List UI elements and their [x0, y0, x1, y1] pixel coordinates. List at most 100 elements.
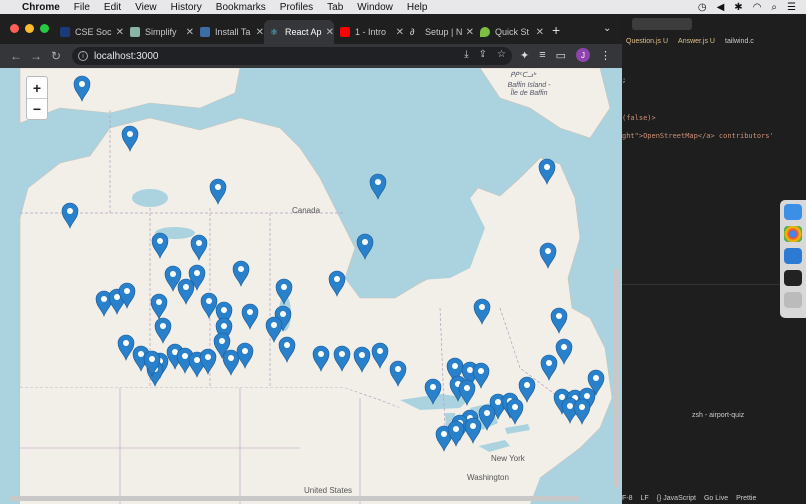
status-prettier[interactable]: Prettie: [736, 495, 756, 502]
map-marker-dot: [545, 248, 551, 254]
close-tab-icon[interactable]: ✕: [396, 27, 404, 38]
close-tab-icon[interactable]: ✕: [466, 27, 474, 38]
spotlight-icon[interactable]: ⌕: [771, 2, 777, 13]
back-button[interactable]: ←: [6, 49, 26, 63]
menu-file[interactable]: File: [74, 2, 90, 13]
map-marker-dot: [567, 403, 573, 409]
vscode-tabs: Question.js U Answer.js U tailwind.c: [622, 38, 806, 54]
mongodb-leaf-icon: [480, 27, 490, 37]
menu-bookmarks[interactable]: Bookmarks: [216, 2, 266, 13]
minimize-window-button[interactable]: [25, 24, 34, 33]
browser-tab-active[interactable]: ⚛ React Ap ✕: [264, 20, 334, 44]
status-language[interactable]: {} JavaScript: [657, 495, 696, 502]
status-encoding[interactable]: F-8: [622, 495, 633, 502]
close-tab-icon[interactable]: ✕: [536, 27, 544, 38]
site-info-icon[interactable]: i: [78, 51, 88, 61]
wifi-icon[interactable]: ◠: [753, 2, 762, 13]
map-marker-dot: [359, 352, 365, 358]
status-go-live[interactable]: Go Live: [704, 495, 728, 502]
map-marker-dot: [242, 348, 248, 354]
browser-tab[interactable]: 1 - Intro ✕: [334, 20, 404, 44]
browser-tab[interactable]: Install Ta ✕: [194, 20, 264, 44]
browser-tab[interactable]: Quick St ✕: [474, 20, 544, 44]
extensions-icon[interactable]: ✦: [520, 49, 529, 62]
zoom-out-button[interactable]: −: [27, 98, 47, 119]
more-menu-icon[interactable]: ⋮: [600, 49, 611, 62]
menu-profiles[interactable]: Profiles: [280, 2, 313, 13]
map-marker-dot: [170, 271, 176, 277]
tab-title: CSE Soc: [75, 27, 112, 37]
tab-favicon: [200, 27, 210, 37]
terminal-divider: [622, 284, 806, 285]
forward-button[interactable]: →: [26, 49, 46, 63]
menu-help[interactable]: Help: [407, 2, 428, 13]
zoom-control: + −: [26, 76, 48, 120]
map-label-washington: Washington: [467, 473, 509, 482]
browser-toolbar: ← → ↻ i localhost:3000 ⤓ ⇪ ☆ ✦ ≡ ▭ J ⋮: [0, 44, 622, 68]
finder-icon[interactable]: [784, 204, 802, 220]
horizontal-scrollbar[interactable]: [10, 496, 580, 501]
vscode-status-bar: F-8 LF {} JavaScript Go Live Prettie: [622, 492, 806, 504]
status-eol[interactable]: LF: [641, 495, 649, 502]
vscode-window: Question.js U Answer.js U tailwind.c ; (…: [622, 14, 806, 504]
map-marker-dot: [127, 131, 133, 137]
bookmark-star-icon[interactable]: ☆: [497, 49, 506, 60]
browser-tab[interactable]: ∂ Setup | N ✕: [404, 20, 474, 44]
trash-icon[interactable]: [784, 292, 802, 308]
map-marker-dot: [467, 367, 473, 373]
bluetooth-icon[interactable]: ✱: [734, 2, 742, 13]
map-marker-dot: [579, 404, 585, 410]
terminal-icon[interactable]: [784, 270, 802, 286]
menu-app-name[interactable]: Chrome: [22, 2, 60, 13]
menu-edit[interactable]: Edit: [104, 2, 121, 13]
map-view[interactable]: + − Canada ᑭᑭᑦᑕᓗᒃ Baffin Island - Île de…: [0, 68, 622, 504]
map-marker-dot: [334, 276, 340, 282]
map-marker-dot: [544, 164, 550, 170]
tab-search-chevron-icon[interactable]: ⌄: [603, 23, 611, 34]
terminal-tab[interactable]: zsh - airport-quiz: [692, 412, 744, 419]
code-line: ght">OpenStreetMap</a> contributors': [622, 132, 774, 140]
map-marker-dot: [205, 354, 211, 360]
clock-icon[interactable]: ◷: [698, 2, 707, 13]
menu-view[interactable]: View: [135, 2, 157, 13]
close-tab-icon[interactable]: ✕: [326, 27, 334, 38]
vscode-search-bar[interactable]: [632, 18, 692, 30]
vscode-tab-tailwind[interactable]: tailwind.c: [725, 38, 754, 54]
close-tab-icon[interactable]: ✕: [186, 27, 194, 38]
map-marker-dot: [271, 322, 277, 328]
share-icon[interactable]: ⇪: [479, 49, 487, 60]
close-tab-icon[interactable]: ✕: [116, 27, 124, 38]
menu-tab[interactable]: Tab: [327, 2, 343, 13]
vscode-tab-question[interactable]: Question.js U: [626, 38, 668, 54]
tab-title: 1 - Intro: [355, 27, 387, 37]
vertical-scrollbar[interactable]: [614, 268, 619, 488]
media-controls-icon[interactable]: ≡: [539, 49, 545, 61]
omnibox-actions: ⤓ ⇪ ☆: [464, 49, 506, 60]
control-center-icon[interactable]: ☰: [787, 2, 796, 13]
browser-tab[interactable]: CSE Soc ✕: [54, 20, 124, 44]
url-text[interactable]: localhost:3000: [94, 51, 159, 62]
browser-tab[interactable]: Simplify ✕: [124, 20, 194, 44]
zoom-in-button[interactable]: +: [27, 77, 47, 98]
side-panel-icon[interactable]: ▭: [556, 49, 566, 62]
install-app-icon[interactable]: ⤓: [464, 49, 468, 60]
map-marker-dot: [395, 366, 401, 372]
volume-icon[interactable]: ◀: [717, 2, 725, 13]
map-tiles: [19, 68, 613, 504]
maximize-window-button[interactable]: [40, 24, 49, 33]
chrome-icon[interactable]: [784, 226, 802, 242]
new-tab-button[interactable]: +: [552, 22, 560, 38]
close-tab-icon[interactable]: ✕: [256, 27, 264, 38]
close-window-button[interactable]: [10, 24, 19, 33]
map-marker-dot: [484, 410, 490, 416]
tab-favicon: [130, 27, 140, 37]
status-icons: ◷ ◀ ✱ ◠ ⌕ ☰: [698, 2, 796, 13]
menu-history[interactable]: History: [171, 2, 202, 13]
profile-avatar[interactable]: J: [576, 48, 591, 62]
map-marker-dot: [114, 294, 120, 300]
vscode-icon[interactable]: [784, 248, 802, 264]
vscode-tab-answer[interactable]: Answer.js U: [678, 38, 715, 54]
reload-button[interactable]: ↻: [46, 49, 66, 63]
address-bar[interactable]: i localhost:3000 ⤓ ⇪ ☆: [72, 47, 512, 65]
menu-window[interactable]: Window: [357, 2, 393, 13]
